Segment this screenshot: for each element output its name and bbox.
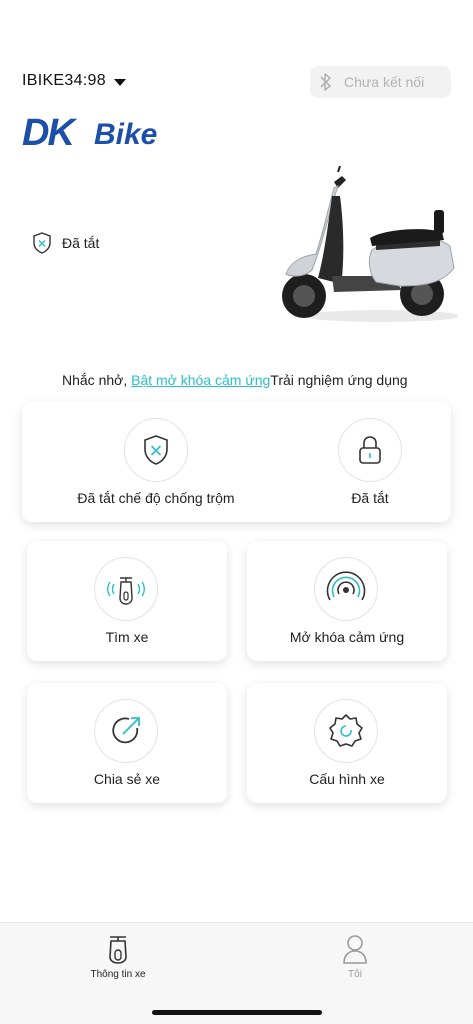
touch-unlock-icon — [326, 571, 366, 601]
reminder-prefix: Nhắc nhở, — [62, 372, 128, 388]
touch-unlock-icon-circle — [314, 557, 378, 621]
share-bike-label: Chia sẻ xe — [93, 771, 161, 787]
find-bike-label: Tìm xe — [105, 629, 149, 645]
bike-config-label: Cấu hình xe — [309, 771, 385, 787]
bike-config-icon-circle — [314, 699, 378, 763]
enable-touch-unlock-link[interactable]: Bật mở khóa cảm ứng — [131, 372, 270, 388]
tab-vehicle-info-label: Thông tin xe — [90, 969, 146, 980]
reminder-text: Nhắc nhở, Bật mở khóa cảm ứngTrải nghiệm… — [62, 372, 408, 388]
lock-icon — [359, 436, 381, 464]
dk-bike-logo: DK Bike — [22, 112, 157, 150]
share-bike-icon-circle — [94, 699, 158, 763]
bottom-tab-bar: Thông tin xe Tôi — [0, 922, 473, 1024]
shield-off-icon — [33, 232, 51, 254]
find-bike-icon-circle — [94, 557, 158, 621]
find-bike-icon — [107, 577, 145, 605]
security-controls-card: Đã tắt chế độ chống trộm Đã tắt — [22, 402, 451, 522]
user-icon — [343, 935, 367, 964]
tab-me[interactable]: Tôi — [295, 933, 415, 980]
device-selector[interactable]: IBIKE34:98 — [22, 72, 126, 90]
touch-unlock-label: Mở khóa cảm ứng — [289, 629, 405, 645]
tab-me-label: Tôi — [348, 969, 362, 980]
share-bike-button[interactable]: Chia sẻ xe — [27, 683, 227, 803]
connection-status: Chưa kết nối — [344, 74, 425, 90]
shield-off-icon — [144, 435, 168, 465]
bluetooth-connection-button[interactable]: Chưa kết nối — [310, 66, 451, 98]
vehicle-status-label: Đã tắt — [62, 235, 100, 251]
scooter-image — [282, 166, 458, 322]
scooter-tab-icon — [109, 936, 127, 964]
touch-unlock-button[interactable]: Mở khóa cảm ứng — [247, 541, 447, 661]
find-bike-button[interactable]: Tìm xe — [27, 541, 227, 661]
device-name: IBIKE34:98 — [22, 72, 106, 89]
caret-down-icon — [113, 78, 126, 86]
lock-label: Đã tắt — [351, 490, 389, 506]
anti-theft-toggle[interactable] — [124, 418, 188, 482]
reminder-suffix: Trải nghiệm ứng dụng — [270, 372, 408, 388]
bluetooth-icon — [320, 73, 331, 91]
share-icon — [112, 717, 140, 744]
home-indicator — [152, 1010, 322, 1015]
bike-config-button[interactable]: Cấu hình xe — [247, 683, 447, 803]
svg-text:DK: DK — [22, 112, 77, 150]
lock-toggle[interactable] — [338, 418, 402, 482]
gear-icon — [329, 714, 363, 747]
svg-text:Bike: Bike — [94, 118, 157, 150]
anti-theft-label: Đã tắt chế độ chống trộm — [77, 490, 235, 506]
vehicle-status: Đã tắt — [32, 232, 99, 254]
tab-vehicle-info[interactable]: Thông tin xe — [58, 933, 178, 980]
